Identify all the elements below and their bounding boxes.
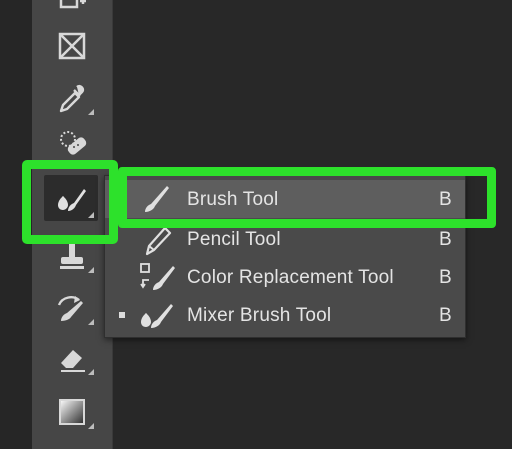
eyedropper-tool[interactable]	[46, 78, 98, 118]
highlight-brush-tool-button	[22, 160, 118, 244]
history-brush-icon	[57, 296, 83, 321]
stamp-icon	[60, 243, 84, 269]
history-brush-tool[interactable]	[46, 288, 98, 328]
frame-tool[interactable]	[46, 26, 98, 66]
highlight-brush-tool-menu-item	[118, 167, 496, 228]
submenu-corner-icon	[88, 369, 94, 375]
menu-item-label: Pencil Tool	[187, 229, 281, 250]
menu-item-label: Mixer Brush Tool	[187, 305, 332, 326]
menu-item-shortcut: B	[439, 267, 452, 288]
eraser-icon	[61, 350, 85, 372]
healing-brush-tool[interactable]	[46, 125, 98, 165]
eraser-tool[interactable]	[46, 338, 98, 378]
gradient-tool[interactable]	[46, 392, 98, 432]
artboard-tool[interactable]	[46, 0, 98, 28]
menu-item-color-replacement-tool[interactable]: Color Replacement Tool B	[105, 258, 465, 296]
menu-item-shortcut: B	[439, 229, 452, 250]
color-replacement-icon	[140, 263, 175, 290]
submenu-corner-icon	[88, 267, 94, 273]
artboard-icon	[59, 0, 86, 9]
menu-item-mixer-brush-tool[interactable]: Mixer Brush Tool B	[105, 296, 465, 334]
gradient-icon	[59, 399, 85, 425]
submenu-corner-icon	[88, 423, 94, 429]
eyedropper-icon	[59, 84, 85, 113]
frame-icon	[58, 32, 86, 60]
menu-item-shortcut: B	[439, 305, 452, 326]
bandage-icon	[60, 131, 87, 155]
current-tool-indicator	[119, 312, 125, 318]
mixer-brush-icon	[141, 304, 173, 328]
submenu-corner-icon	[88, 109, 94, 115]
submenu-corner-icon	[88, 319, 94, 325]
menu-item-label: Color Replacement Tool	[187, 267, 394, 288]
